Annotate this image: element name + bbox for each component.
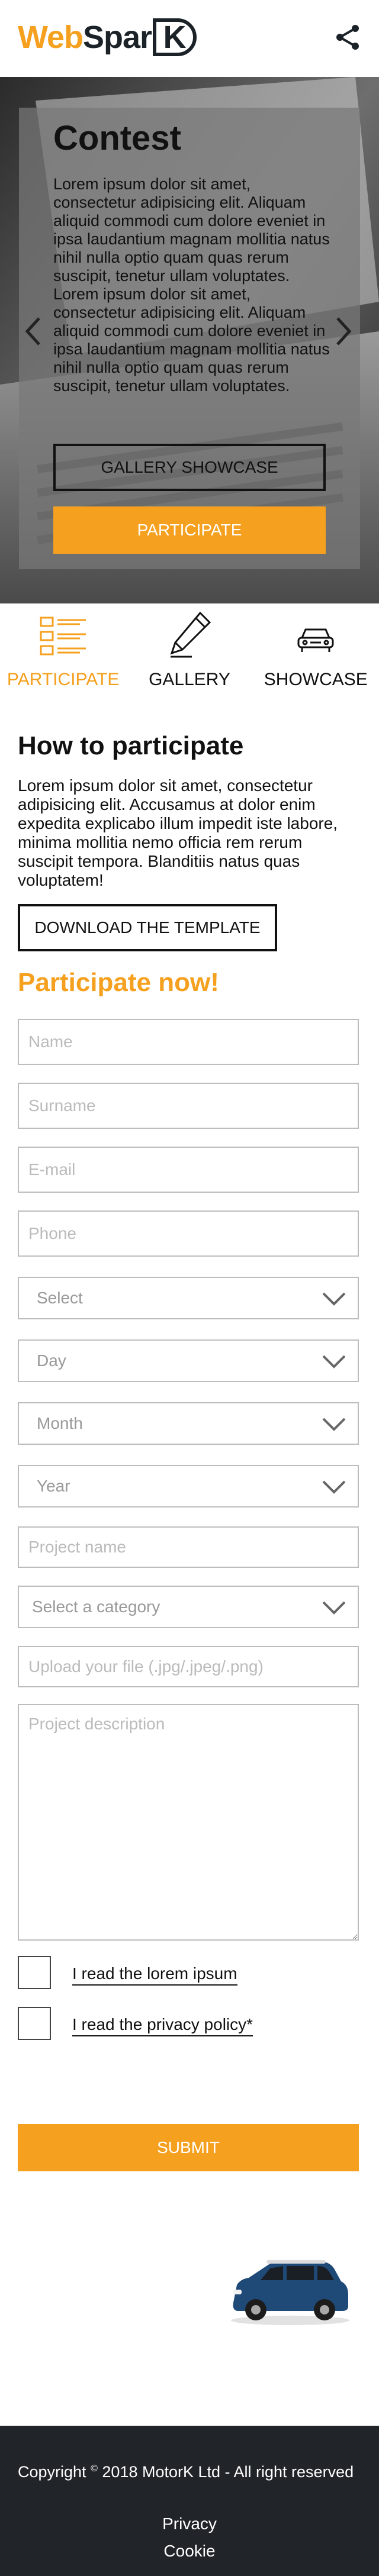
day-select[interactable]: Day — [18, 1339, 359, 1382]
lorem-ipsum-checkbox[interactable] — [18, 1956, 51, 1989]
tab-gallery[interactable]: Gallery — [126, 603, 252, 698]
category-select[interactable]: Select a category — [18, 1586, 359, 1628]
logo-k-badge: K — [153, 18, 197, 56]
tab-participate-label: Participate — [7, 670, 120, 689]
lorem-ipsum-checkbox-label[interactable]: I read the lorem ipsum — [72, 1964, 237, 1986]
generic-select-value: Select — [37, 1289, 83, 1307]
logo-web-text: Web — [18, 20, 83, 55]
privacy-link[interactable]: Privacy — [0, 2514, 379, 2533]
project-name-input[interactable] — [18, 1526, 359, 1568]
phone-input[interactable] — [18, 1210, 359, 1257]
logo-spar-text: Spar — [83, 20, 152, 55]
day-select-value: Day — [37, 1351, 66, 1370]
copyright-body: 2018 MotorK Ltd - All right reserved — [102, 2463, 354, 2481]
hero-title: Contest — [53, 119, 181, 157]
carousel-prev-chevron-icon[interactable] — [21, 314, 45, 349]
how-to-participate-text: Lorem ipsum dolor sit amet, consectetur … — [18, 776, 338, 889]
share-icon[interactable] — [334, 24, 361, 51]
copyright-prefix: Copyright — [18, 2463, 86, 2481]
privacy-policy-checkbox[interactable] — [18, 2007, 51, 2040]
form-list-icon — [40, 616, 86, 656]
footer: Copyright © 2018 MotorK Ltd - All right … — [0, 2426, 379, 2576]
month-select-value: Month — [37, 1414, 83, 1432]
participate-now-title: Participate now! — [18, 968, 219, 997]
tab-showcase[interactable]: Showcase — [253, 603, 379, 698]
tab-participate[interactable]: Participate — [0, 603, 126, 698]
category-select-value: Select a category — [32, 1597, 160, 1616]
gallery-showcase-button[interactable]: Gallery showcase — [53, 444, 326, 491]
year-select[interactable]: Year — [18, 1465, 359, 1507]
year-select-value: Year — [37, 1477, 70, 1495]
how-to-participate-title: How to participate — [18, 731, 244, 760]
mini-car-image — [231, 2260, 349, 2325]
section-tabs: Participate Gallery Showcase — [0, 603, 379, 698]
chevron-down-icon — [322, 1355, 346, 1368]
generic-select[interactable]: Select — [18, 1277, 359, 1319]
header: Web Spar K — [0, 0, 379, 77]
pencil-icon — [170, 611, 211, 658]
hero-paragraph: Lorem ipsum dolor sit amet, consectetur … — [53, 175, 330, 395]
privacy-policy-checkbox-label[interactable]: I read the privacy policy* — [72, 2015, 253, 2036]
surname-input[interactable] — [18, 1083, 359, 1129]
chevron-down-icon — [322, 1292, 346, 1306]
copyright-text: Copyright © 2018 MotorK Ltd - All right … — [18, 2460, 361, 2481]
chevron-down-icon — [322, 1418, 346, 1431]
email-input[interactable] — [18, 1147, 359, 1193]
submit-button[interactable]: Submit — [18, 2124, 359, 2171]
tab-gallery-label: Gallery — [149, 670, 230, 689]
month-select[interactable]: Month — [18, 1402, 359, 1445]
hero-participate-button[interactable]: Participate — [53, 506, 326, 554]
name-input[interactable] — [18, 1019, 359, 1065]
car-front-icon — [297, 628, 334, 652]
download-template-button[interactable]: Download the template — [18, 904, 277, 951]
tab-showcase-label: Showcase — [264, 670, 368, 689]
chevron-down-icon — [322, 1480, 346, 1494]
carousel-next-chevron-icon[interactable] — [332, 314, 355, 349]
chevron-down-icon — [322, 1601, 346, 1615]
copyright-symbol: © — [91, 2464, 98, 2474]
hero-carousel: Contest Lorem ipsum dolor sit amet, cons… — [0, 77, 379, 603]
upload-file-input[interactable] — [18, 1646, 359, 1687]
webspark-logo[interactable]: Web Spar K — [18, 17, 197, 58]
project-description-textarea[interactable] — [18, 1704, 359, 1941]
cookie-link[interactable]: Cookie — [0, 2542, 379, 2561]
